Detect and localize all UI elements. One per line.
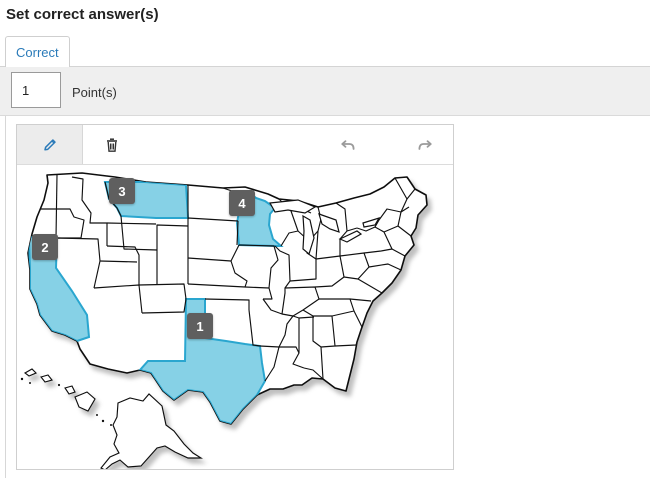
hawaii-island-2 <box>40 374 53 383</box>
hawaii-island-4 <box>74 391 96 412</box>
island-dot-3 <box>57 383 61 387</box>
delete-tool-button[interactable] <box>83 125 141 164</box>
island-dot-6 <box>110 424 112 426</box>
page-title: Set correct answer(s) <box>6 6 159 23</box>
redo-icon <box>418 139 432 150</box>
pencil-tool-button[interactable] <box>17 125 83 164</box>
hawaii-island-1 <box>23 368 38 377</box>
alaska-shape <box>100 393 204 469</box>
map-toolbar <box>17 125 453 165</box>
points-input[interactable] <box>11 72 61 108</box>
island-dot-5 <box>101 419 105 423</box>
points-row: Point(s) <box>0 67 650 116</box>
answer-marker-1[interactable]: 1 <box>187 313 213 339</box>
undo-icon <box>341 139 355 150</box>
content-rule <box>5 116 6 478</box>
island-dot-1 <box>20 377 24 381</box>
tab-correct[interactable]: Correct <box>5 36 70 67</box>
island-dot-4 <box>96 414 98 416</box>
points-label: Point(s) <box>72 85 117 100</box>
us-map-canvas[interactable]: 1 2 3 4 <box>17 165 453 469</box>
trash-icon <box>107 137 117 152</box>
redo-button[interactable] <box>405 125 445 164</box>
answer-marker-2[interactable]: 2 <box>32 234 58 260</box>
hawaii-island-3 <box>64 385 76 395</box>
answer-marker-4[interactable]: 4 <box>229 190 255 216</box>
great-lake-superior <box>269 199 317 214</box>
answer-editor-page: Set correct answer(s) Correct Point(s) <box>0 0 650 478</box>
undo-button[interactable] <box>328 125 368 164</box>
map-editor: 1 2 3 4 <box>16 124 454 470</box>
answer-marker-3[interactable]: 3 <box>109 178 135 204</box>
island-dot-2 <box>29 382 31 384</box>
pencil-icon <box>43 138 56 151</box>
